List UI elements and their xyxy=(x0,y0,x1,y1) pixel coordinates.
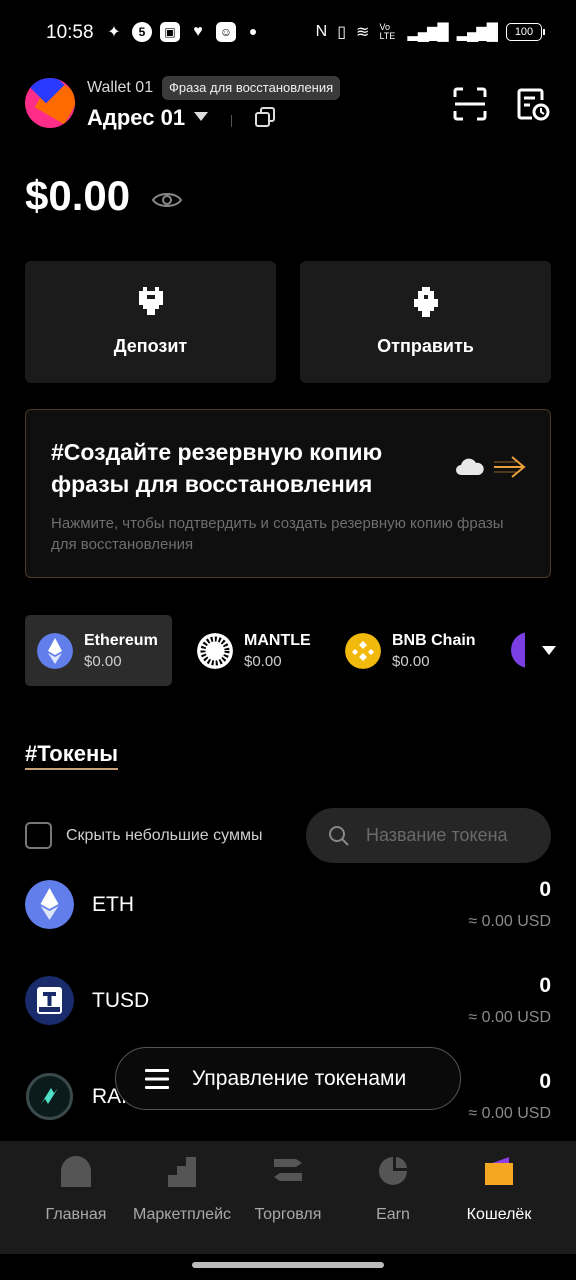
wifi-icon: ≋ xyxy=(356,24,370,41)
send-icon xyxy=(414,287,438,317)
nav-label: Кошелёк xyxy=(466,1206,532,1223)
token-name: ETH xyxy=(92,893,134,916)
send-label: Отправить xyxy=(377,336,474,356)
token-usd-value: ≈ 0.00 USD xyxy=(468,1105,551,1122)
more-notifications-icon xyxy=(250,29,256,35)
token-usd-value: ≈ 0.00 USD xyxy=(468,913,551,930)
nav-label: Earn xyxy=(376,1206,410,1223)
eye-icon[interactable] xyxy=(151,188,183,212)
ethereum-icon xyxy=(37,632,73,669)
home-indicator[interactable] xyxy=(192,1262,384,1268)
chain-selector: Ethereum $0.00 MANTLE $0.00 BNB Chain $0… xyxy=(25,615,525,686)
backup-subtitle: Нажмите, чтобы подтвердить и создать рез… xyxy=(51,515,504,553)
manage-tokens-label: Управление токенами xyxy=(192,1067,407,1090)
nav-label: Торговля xyxy=(254,1206,322,1223)
chain-name: Ethereum xyxy=(84,631,158,649)
backup-title: #Создайте резервную копию фразы для восс… xyxy=(51,439,383,497)
vibrate-icon: ▯ xyxy=(337,24,347,41)
wallet-name: Wallet 01 xyxy=(87,79,154,96)
wallet-avatar[interactable] xyxy=(25,78,75,128)
checkbox[interactable] xyxy=(25,822,52,849)
total-balance: $0.00 xyxy=(25,172,131,219)
face-notification-icon: ☺ xyxy=(216,22,236,42)
hide-small-balances-toggle[interactable]: Скрыть небольшие суммы xyxy=(25,822,262,849)
arrow-right-icon[interactable] xyxy=(492,454,528,480)
nav-marketplace[interactable]: Маркетплейс xyxy=(127,1155,237,1245)
hide-small-label: Скрыть небольшие суммы xyxy=(66,826,263,844)
status-bar: 10:58 ✦ 5 ▣ ♥ ☺ N ▯ ≋ Vo LTE ▂▄▆█ ▂▄▆█ 1… xyxy=(0,0,576,66)
token-row-tusd[interactable]: TUSD 0 ≈ 0.00 USD xyxy=(25,974,551,1046)
copy-icon[interactable] xyxy=(254,106,276,128)
notification-icons: ✦ 5 ▣ ♥ ☺ xyxy=(104,22,256,42)
tusd-token-icon xyxy=(25,976,74,1025)
nav-earn[interactable]: Earn xyxy=(338,1155,448,1245)
bottom-nav: Главная Маркетплейс Торговля Earn Кошелё… xyxy=(0,1141,576,1254)
mantle-icon xyxy=(197,632,233,669)
chain-name: BNB Chain xyxy=(392,631,476,649)
signal-icon-2: ▂▄▆█ xyxy=(456,24,498,41)
divider xyxy=(231,115,232,127)
tokens-heading: #Токены xyxy=(25,741,119,770)
marketplace-icon xyxy=(168,1157,196,1187)
chain-more-icon[interactable] xyxy=(511,632,525,668)
chain-bnb[interactable]: BNB Chain $0.00 xyxy=(345,615,495,686)
cloud-icon xyxy=(456,458,484,475)
rai-token-icon xyxy=(26,1073,73,1120)
signal-icon: ▂▄▆█ xyxy=(407,24,448,41)
bnb-icon xyxy=(345,632,381,669)
history-icon[interactable] xyxy=(516,87,550,121)
scan-icon[interactable] xyxy=(453,87,487,121)
nav-wallet[interactable]: Кошелёк xyxy=(444,1155,554,1245)
eth-token-icon xyxy=(25,880,74,929)
backup-phrase-banner[interactable]: #Создайте резервную копию фразы для восс… xyxy=(25,409,551,578)
chain-mantle[interactable]: MANTLE $0.00 xyxy=(197,615,337,686)
deposit-button[interactable]: Депозит xyxy=(25,261,276,383)
sync-notification-icon: 5 xyxy=(132,22,152,42)
chevron-down-icon[interactable] xyxy=(542,646,556,655)
send-button[interactable]: Отправить xyxy=(300,261,551,383)
nav-trade[interactable]: Торговля xyxy=(233,1155,343,1245)
manage-tokens-button[interactable]: Управление токенами xyxy=(115,1047,461,1110)
chain-ethereum[interactable]: Ethereum $0.00 xyxy=(25,615,172,686)
chain-balance: $0.00 xyxy=(244,652,282,670)
search-icon xyxy=(329,826,349,846)
token-amount: 0 xyxy=(539,974,551,997)
chain-balance: $0.00 xyxy=(392,652,430,670)
system-icons: N ▯ ≋ Vo LTE ▂▄▆█ ▂▄▆█ 100 xyxy=(315,22,545,42)
home-icon xyxy=(61,1156,91,1187)
token-usd-value: ≈ 0.00 USD xyxy=(468,1009,551,1026)
battery-icon: 100 xyxy=(506,23,545,41)
nav-home[interactable]: Главная xyxy=(21,1155,131,1245)
trade-icon xyxy=(274,1159,302,1181)
token-row-eth[interactable]: ETH 0 ≈ 0.00 USD xyxy=(25,878,551,950)
status-time: 10:58 xyxy=(46,22,94,43)
chain-balance: $0.00 xyxy=(84,652,122,670)
recovery-phrase-tooltip[interactable]: Фраза для восстановления xyxy=(162,76,341,100)
nav-label: Маркетплейс xyxy=(132,1206,231,1223)
token-name: TUSD xyxy=(92,989,150,1012)
nfc-icon: N xyxy=(315,23,328,40)
token-amount: 0 xyxy=(539,1070,551,1093)
earn-icon xyxy=(379,1157,407,1185)
token-amount: 0 xyxy=(539,878,551,901)
network-label: Vo LTE xyxy=(379,22,396,41)
app-notification-icon: ✦ xyxy=(107,24,121,41)
address-selector[interactable]: Адрес 01 xyxy=(87,105,185,131)
search-input[interactable] xyxy=(366,808,546,863)
heart-notification-icon: ♥ xyxy=(193,23,203,40)
deposit-label: Депозит xyxy=(113,336,188,356)
shield-notification-icon: ▣ xyxy=(160,22,180,42)
chevron-down-icon[interactable] xyxy=(194,112,208,121)
chain-name: MANTLE xyxy=(244,631,311,649)
deposit-icon xyxy=(139,287,163,315)
token-search[interactable] xyxy=(306,808,551,863)
wallet-icon xyxy=(485,1157,513,1185)
menu-icon xyxy=(145,1069,169,1089)
nav-label: Главная xyxy=(45,1206,107,1223)
